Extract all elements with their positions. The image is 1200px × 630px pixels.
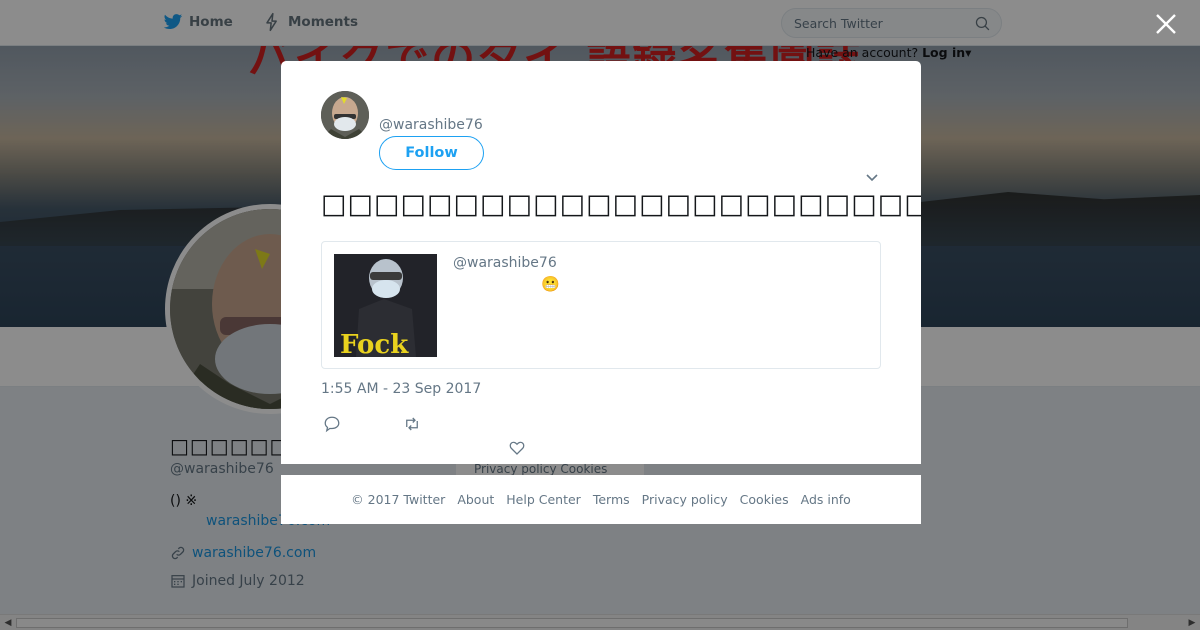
footer-link-help-center[interactable]: Help Center (506, 492, 581, 507)
footer-copyright: © 2017 Twitter (351, 492, 446, 507)
chevron-down-icon[interactable] (865, 171, 879, 185)
close-icon[interactable] (1153, 11, 1179, 37)
footer-link-cookies[interactable]: Cookies (740, 492, 789, 507)
author-handle[interactable]: @warashibe76 (379, 117, 483, 133)
quoted-tweet-emoji: 😬 (541, 275, 560, 293)
footer-link-terms[interactable]: Terms (593, 492, 630, 507)
tweet-timestamp[interactable]: 1:55 AM - 23 Sep 2017 (321, 381, 481, 397)
tweet-modal: @warashibe76 Follow □□□□□□□□□□□□□□□□□□□□… (281, 61, 921, 464)
reply-icon[interactable] (323, 415, 341, 433)
footer-link-ads-info[interactable]: Ads info (801, 492, 851, 507)
quoted-tweet-image[interactable]: Fock (334, 254, 437, 357)
tweet-text: □□□□□□□□□□□□□□□□□□□□□□□□□□□□□□□□□□□□□□□□… (321, 189, 921, 220)
quoted-tweet-handle: @warashibe76 (453, 255, 557, 271)
author-avatar[interactable] (321, 91, 369, 139)
quoted-image-text: Fock (340, 330, 409, 357)
retweet-icon[interactable] (403, 415, 421, 433)
quoted-tweet-photo: Fock (334, 254, 437, 357)
like-icon[interactable] (508, 439, 526, 457)
footer-link-about[interactable]: About (457, 492, 494, 507)
quoted-tweet-card[interactable]: Fock @warashibe76 😬 (321, 241, 881, 369)
author-avatar-image (321, 91, 369, 139)
follow-button[interactable]: Follow (379, 136, 484, 170)
modal-footer: © 2017 Twitter About Help Center Terms P… (281, 475, 921, 524)
footer-link-privacy-policy[interactable]: Privacy policy (642, 492, 728, 507)
